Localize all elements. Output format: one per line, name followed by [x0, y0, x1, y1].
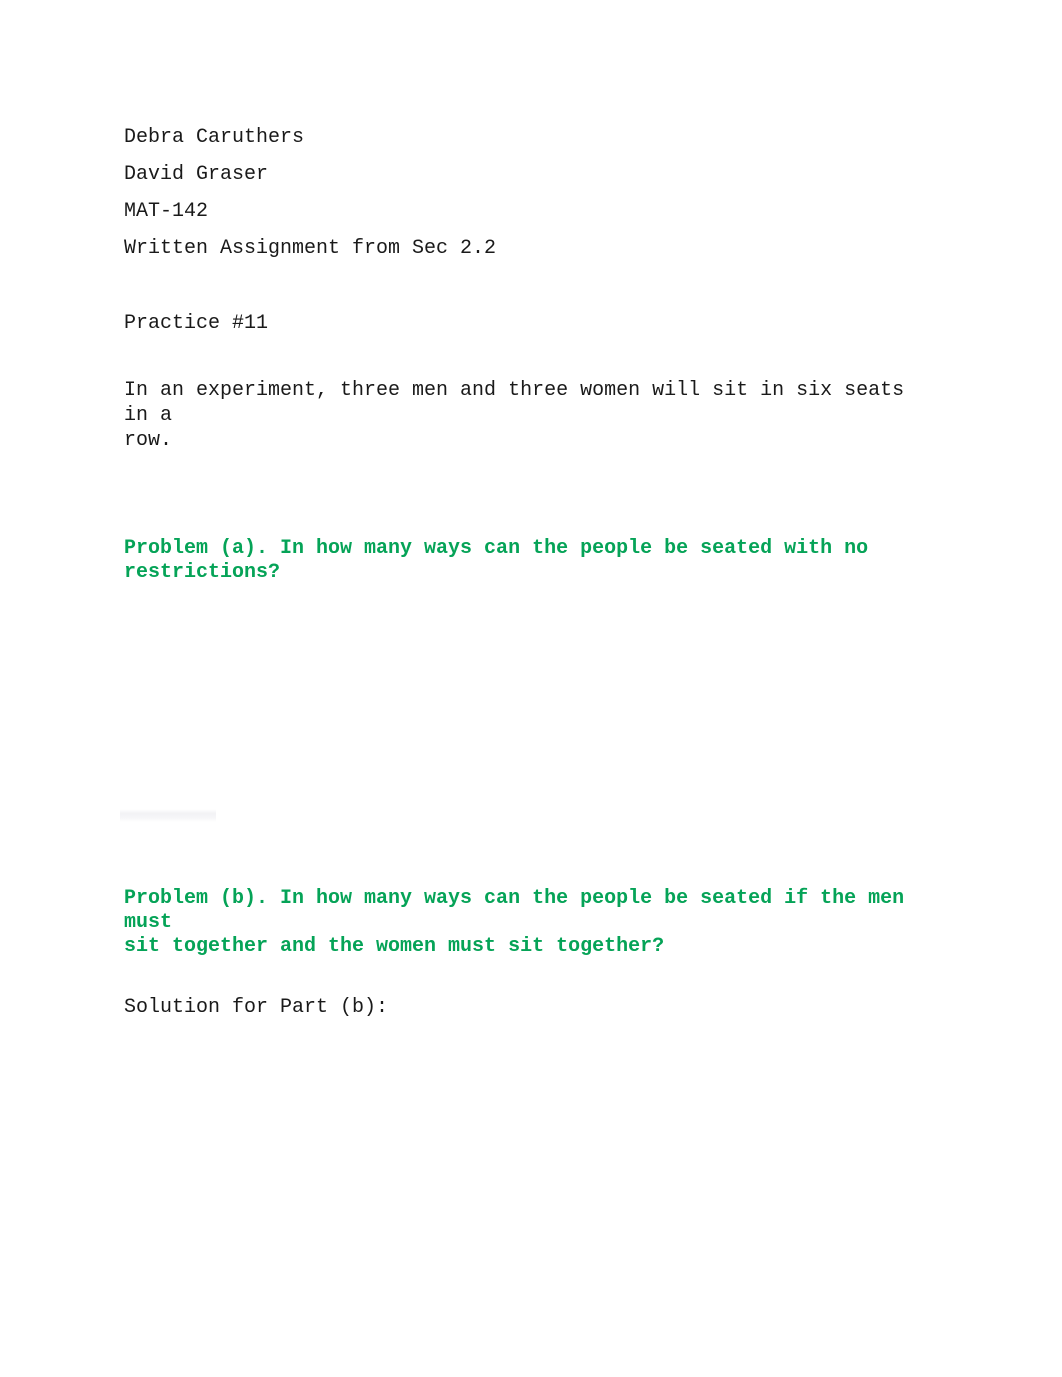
assignment-title: Written Assignment from Sec 2.2 — [124, 237, 497, 260]
assignment-header: Debra Caruthers David Graser MAT-142 Wri… — [124, 119, 936, 267]
spacer-before-problem-a — [124, 453, 936, 537]
problem-a-statement: Problem (a). In how many ways can the pe… — [124, 537, 869, 584]
spacer-before-problem-b — [124, 831, 936, 887]
instructor-name: David Graser — [124, 163, 269, 186]
practice-label: Practice #11 — [124, 312, 269, 335]
document-body: Debra Caruthers David Graser MAT-142 Wri… — [124, 119, 936, 1020]
problem-b-solution-label: Solution for Part (b): — [124, 996, 389, 1019]
problem-prompt: In an experiment, three men and three wo… — [124, 379, 905, 452]
document-page: Debra Caruthers David Graser MAT-142 Wri… — [0, 0, 1062, 1377]
spacer-after-practice-label — [124, 342, 936, 378]
spacer-before-solution-b — [124, 959, 936, 995]
problem-b-statement: Problem (b). In how many ways can the pe… — [124, 887, 905, 958]
student-name: Debra Caruthers — [124, 126, 305, 149]
spacer-after-header — [124, 267, 936, 305]
course-code: MAT-142 — [124, 200, 209, 223]
spacer-problem-a-work-area — [124, 585, 936, 831]
